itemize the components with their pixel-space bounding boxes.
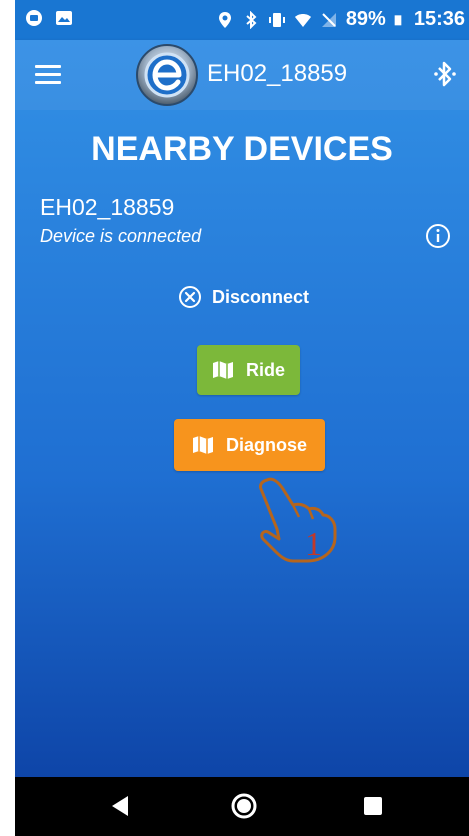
- menu-icon: [35, 65, 61, 68]
- info-icon[interactable]: [425, 223, 451, 249]
- device-status: Device is connected: [40, 226, 202, 246]
- bluetooth-icon[interactable]: [433, 60, 457, 88]
- map-icon: [212, 361, 233, 379]
- back-icon[interactable]: [110, 795, 130, 817]
- menu-icon-line: [35, 81, 61, 84]
- status-bar: 89% 15:36: [15, 0, 469, 40]
- bluetooth-status-icon: [246, 10, 257, 29]
- clock: 15:36: [413, 8, 465, 30]
- navigation-bar: [15, 777, 469, 836]
- pointing-hand-icon: 1: [259, 477, 337, 563]
- wifi-icon: [294, 13, 311, 27]
- app-logo-icon: [136, 44, 198, 106]
- diagnose-label: Diagnose: [225, 434, 308, 455]
- app-bar-title: EH02_18859: [207, 60, 348, 87]
- close-circle-icon: [179, 286, 201, 308]
- location-icon: [218, 11, 231, 28]
- disconnect-button[interactable]: Disconnect: [178, 285, 309, 309]
- device-name: EH02_18859: [40, 194, 175, 220]
- recent-apps-icon[interactable]: [364, 797, 382, 815]
- disconnect-label: Disconnect: [212, 286, 310, 307]
- vibrate-icon: [268, 12, 285, 27]
- step-number: 1: [305, 526, 322, 563]
- no-signal-icon: [321, 12, 336, 27]
- ride-button[interactable]: Ride: [197, 345, 300, 395]
- app-bar: EH02_18859: [15, 40, 469, 110]
- battery-icon: [394, 14, 402, 25]
- menu-icon-line: [35, 73, 61, 76]
- map-icon: [192, 436, 213, 454]
- phone-screen: 89% 15:36 EH02_18859 NEARBY DEVICES EH02…: [15, 0, 469, 836]
- menu-button[interactable]: [35, 65, 61, 85]
- app-notification-icon: [26, 10, 42, 26]
- diagnose-button[interactable]: Diagnose: [174, 419, 325, 471]
- home-icon[interactable]: [230, 792, 258, 820]
- page-title: NEARBY DEVICES: [91, 130, 393, 168]
- battery-percent: 89%: [345, 8, 386, 30]
- image-notification-icon: [56, 11, 72, 25]
- ride-label: Ride: [245, 359, 285, 380]
- main-content: NEARBY DEVICES EH02_18859 Device is conn…: [15, 110, 469, 777]
